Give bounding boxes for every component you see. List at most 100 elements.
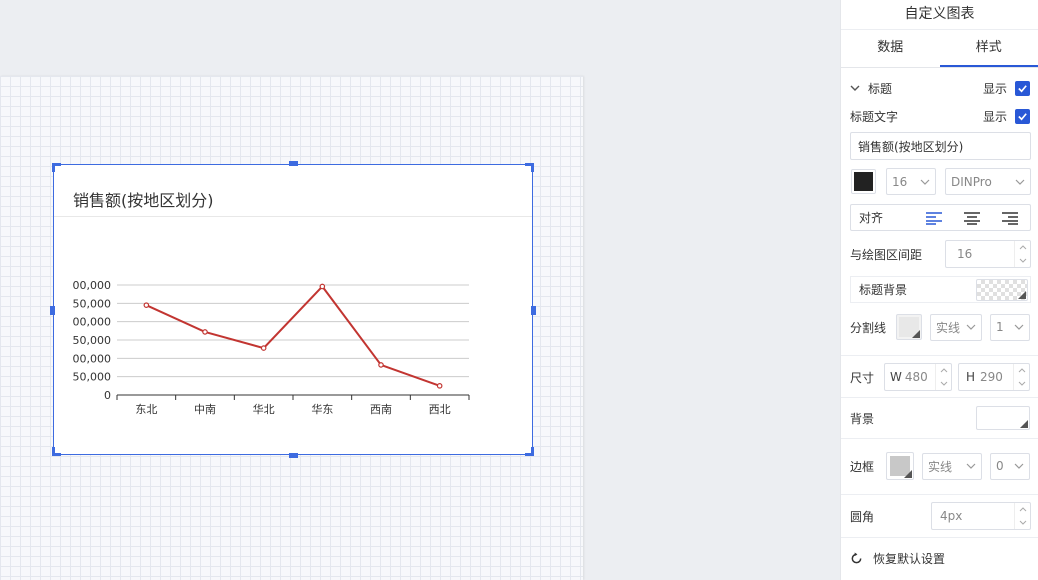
divider-style-select[interactable]: 实线 [930,313,982,341]
stepper-down-icon[interactable] [1015,516,1030,529]
reset-label: 恢复默认设置 [873,551,946,566]
data-point [260,345,267,351]
resize-handle-top-right[interactable] [525,163,534,172]
section-divider [841,397,1038,398]
title-section-label: 标题 [868,81,893,96]
section-divider [841,537,1038,538]
tab-style[interactable]: 样式 [939,30,1038,67]
divider-width-value: 1 [996,320,1004,334]
resize-handle-bottom-left[interactable] [52,447,61,456]
color-picker-corner-icon [904,470,912,478]
spacing-value: 16 [957,247,973,261]
border-label: 边框 [850,459,875,474]
title-show-label: 显示 [982,81,1007,96]
spacing-stepper[interactable] [1014,241,1030,267]
x-tick-label: 中南 [194,403,216,416]
data-point [202,329,208,335]
title-bg-row: 标题背景 [850,276,1031,303]
line-chart: 0 50,000 00,000 50,000 00,000 50,000 00,000 东北 中… [73,279,470,416]
title-bg-color-picker[interactable] [976,278,1028,301]
reset-button[interactable]: 恢复默认设置 [850,548,1030,568]
align-control: 对齐 [850,204,1031,231]
check-icon [1018,112,1027,120]
font-color-picker[interactable] [851,169,876,194]
chevron-down-icon [1015,179,1025,185]
spacing-label: 与绘图区间距 [850,247,923,262]
chart-title: 销售额(按地区划分) [73,191,214,210]
divider-label: 分割线 [850,320,887,335]
y-tick-label: 00,000 [73,316,112,329]
x-tick-label: 华北 [253,402,275,416]
chart-widget[interactable]: 销售额(按地区划分) 0 50,000 00,000 50,000 00,000 50,0… [50,161,536,458]
border-row: 边框 实线 0 [850,452,1030,480]
resize-handle-top[interactable] [289,161,298,166]
size-row: 尺寸 W 480 H 290 [850,363,1030,391]
align-left-icon[interactable] [925,211,943,225]
resize-handle-bottom-right[interactable] [525,447,534,456]
reset-icon [851,551,862,563]
chevron-down-icon[interactable] [850,84,860,92]
panel-tabs: 数据 样式 [841,30,1038,68]
background-row: 背景 [850,405,1030,431]
style-panel: 自定义图表 数据 样式 标题 显示 标题文字 显示 销售额(按地区划分) 16 … [840,0,1038,580]
title-text-input[interactable]: 销售额(按地区划分) [850,132,1031,160]
chevron-down-icon [1014,324,1024,330]
align-right-icon[interactable] [1001,211,1019,225]
section-divider [841,494,1038,495]
stepper-up-icon[interactable] [936,364,951,377]
height-input[interactable]: H 290 [958,363,1030,391]
border-width-select[interactable]: 0 [990,452,1030,480]
font-size-select[interactable]: 16 [886,168,936,195]
width-prefix: W [890,370,902,384]
stepper-up-icon[interactable] [1014,364,1029,377]
check-icon [1018,84,1027,92]
x-tick-label: 西南 [370,403,392,416]
resize-handle-left[interactable] [50,306,55,315]
spacing-input[interactable]: 16 [945,240,1031,268]
y-tick-label: 50,000 [73,334,112,347]
title-text-show-checkbox[interactable] [1015,108,1030,124]
stepper-down-icon[interactable] [936,377,951,390]
radius-label: 圆角 [850,509,875,524]
divider-width-select[interactable]: 1 [990,313,1030,341]
border-color-picker[interactable] [886,452,914,480]
title-section-header[interactable]: 标题 显示 [850,78,1030,98]
stepper-down-icon[interactable] [1015,254,1030,267]
border-style-select[interactable]: 实线 [922,452,982,480]
width-value: 480 [904,370,928,384]
title-text-label: 标题文字 [850,109,899,124]
section-divider [841,355,1038,356]
align-label: 对齐 [859,211,884,225]
data-point [436,383,443,389]
radius-stepper[interactable] [1014,503,1030,529]
width-input[interactable]: W 480 [884,363,952,391]
title-text-show-label: 显示 [982,109,1007,124]
title-text-row: 标题文字 显示 [850,106,1030,126]
stepper-up-icon[interactable] [1015,503,1030,516]
width-stepper[interactable] [935,364,951,390]
divider-style-value: 实线 [936,320,961,335]
title-show-checkbox[interactable] [1015,80,1030,96]
height-value: 290 [980,370,1003,384]
y-tick-label: 50,000 [73,297,112,310]
divider-color-picker[interactable] [896,314,922,340]
stepper-down-icon[interactable] [1014,377,1029,390]
background-color-picker[interactable] [976,406,1030,430]
color-picker-corner-icon [1020,420,1028,428]
height-prefix: H [966,370,976,384]
resize-handle-right[interactable] [531,306,536,315]
x-tick-label: 东北 [135,403,157,416]
resize-handle-top-left[interactable] [52,163,61,172]
border-style-value: 实线 [928,459,953,474]
radius-value: 4px [940,509,963,523]
align-center-icon[interactable] [963,211,981,225]
chevron-down-icon [1014,463,1024,469]
font-family-select[interactable]: DINPro [945,168,1031,195]
radius-input[interactable]: 4px [931,502,1031,530]
divider-row: 分割线 实线 1 [850,313,1030,341]
tab-data[interactable]: 数据 [841,30,940,67]
resize-handle-bottom[interactable] [289,453,298,458]
stepper-up-icon[interactable] [1015,241,1030,254]
height-stepper[interactable] [1013,364,1029,390]
font-size-value: 16 [892,174,908,189]
